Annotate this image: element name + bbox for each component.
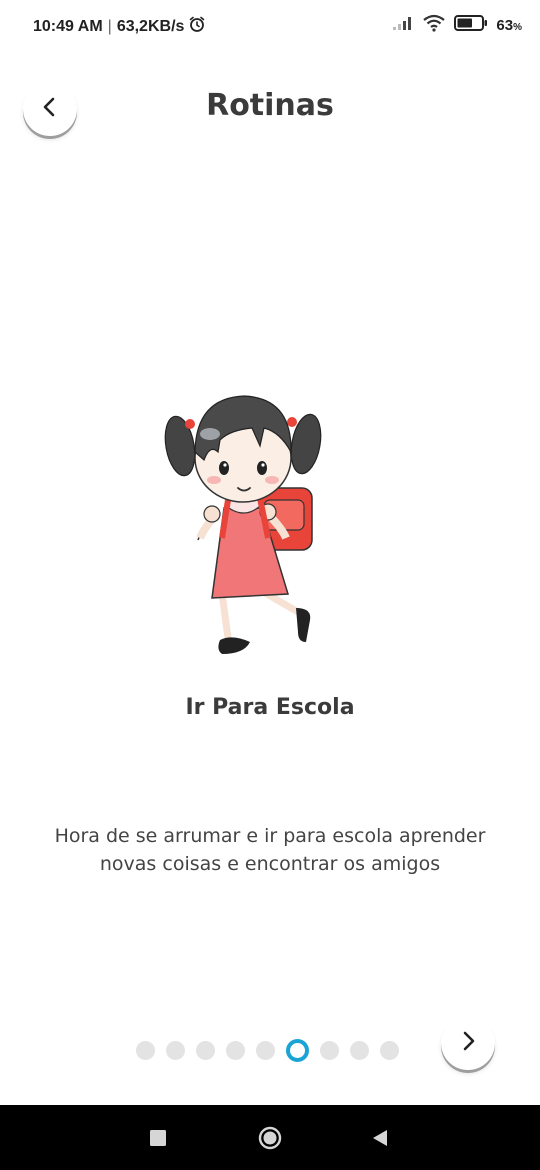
page-indicator	[136, 1038, 399, 1062]
page-dot[interactable]	[320, 1040, 339, 1060]
girl-with-backpack-illustration	[160, 388, 326, 660]
next-button[interactable]	[441, 1016, 495, 1070]
signal-icon	[392, 15, 414, 35]
status-left: 10:49 AM | 63,2KB/s	[33, 15, 206, 38]
routine-description: Hora de se arrumar e ir para escola apre…	[54, 825, 486, 875]
home-icon[interactable]	[257, 1125, 283, 1151]
routine-title: Ir Para Escola	[185, 695, 355, 720]
page-dot[interactable]	[350, 1040, 369, 1060]
system-nav-bar	[0, 1105, 540, 1170]
page-dot[interactable]	[136, 1040, 155, 1060]
battery-percent-value: 63	[496, 16, 514, 34]
page-dot[interactable]	[256, 1040, 275, 1060]
page-dot-active[interactable]	[286, 1038, 309, 1062]
battery-percent: 63%	[496, 17, 522, 34]
alarm-icon	[188, 15, 206, 38]
battery-icon	[454, 14, 488, 36]
page-dot[interactable]	[196, 1040, 215, 1060]
status-right: 63%	[392, 14, 522, 36]
status-time: 10:49 AM	[33, 17, 103, 35]
battery-percent-unit: %	[513, 21, 522, 33]
page-dot[interactable]	[166, 1040, 185, 1060]
page-title: Rotinas	[206, 88, 334, 123]
status-separator: |	[107, 17, 112, 35]
page-dot[interactable]	[380, 1040, 399, 1060]
wifi-icon	[422, 14, 446, 36]
recents-icon[interactable]	[145, 1125, 171, 1151]
page-dot[interactable]	[226, 1040, 245, 1060]
status-bar: 10:49 AM | 63,2KB/s 63%	[0, 0, 540, 50]
back-triangle-icon[interactable]	[367, 1125, 393, 1151]
chevron-right-icon	[459, 1031, 477, 1055]
status-network-speed: 63,2KB/s	[116, 17, 185, 35]
